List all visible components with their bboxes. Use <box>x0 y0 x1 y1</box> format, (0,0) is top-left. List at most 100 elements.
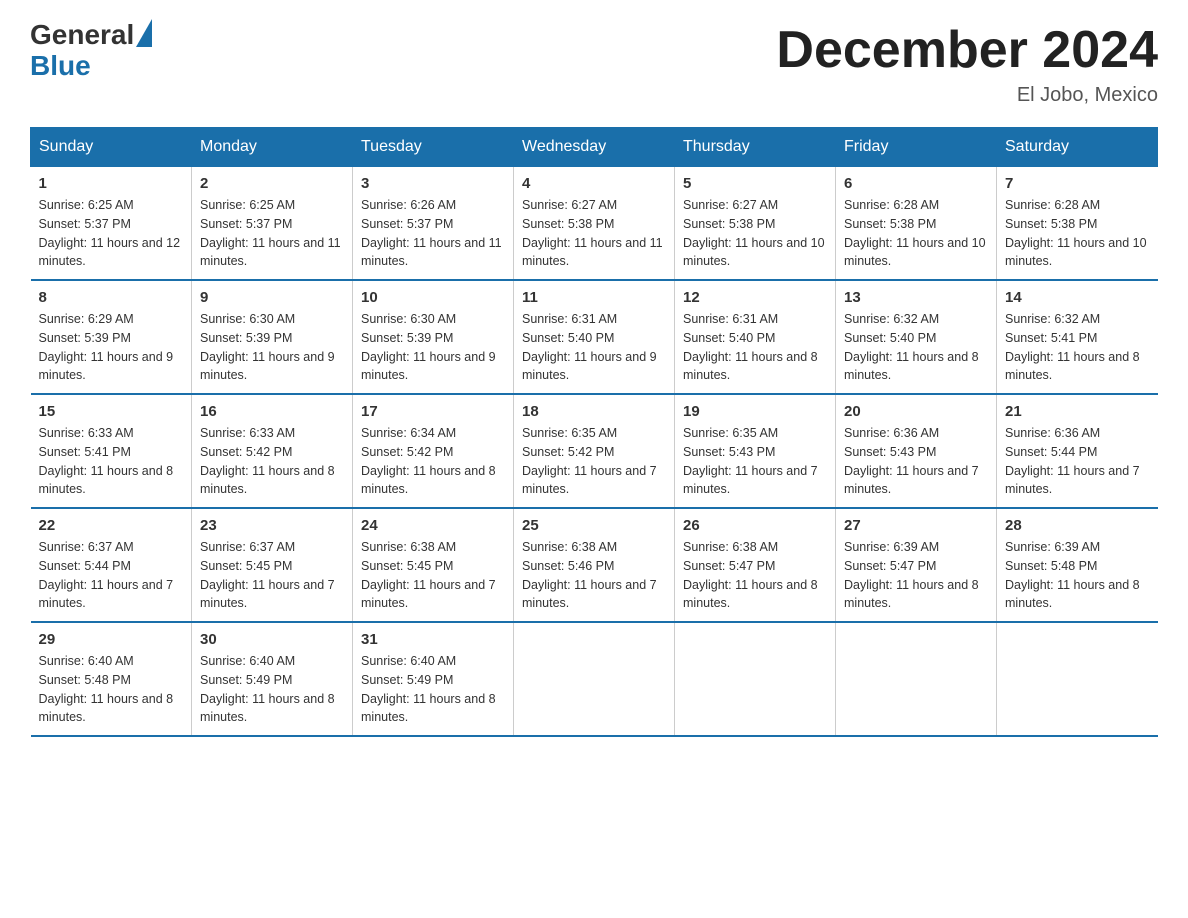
day-number: 25 <box>522 517 666 534</box>
day-number: 13 <box>844 289 988 306</box>
calendar-cell: 31 Sunrise: 6:40 AMSunset: 5:49 PMDaylig… <box>353 622 514 736</box>
calendar-cell: 11 Sunrise: 6:31 AMSunset: 5:40 PMDaylig… <box>514 280 675 394</box>
logo: General Blue <box>30 20 152 82</box>
day-info: Sunrise: 6:33 AMSunset: 5:41 PMDaylight:… <box>39 424 184 499</box>
day-info: Sunrise: 6:25 AMSunset: 5:37 PMDaylight:… <box>39 196 184 271</box>
calendar-cell: 19 Sunrise: 6:35 AMSunset: 5:43 PMDaylig… <box>675 394 836 508</box>
calendar-cell: 10 Sunrise: 6:30 AMSunset: 5:39 PMDaylig… <box>353 280 514 394</box>
calendar-cell: 7 Sunrise: 6:28 AMSunset: 5:38 PMDayligh… <box>997 167 1158 281</box>
day-number: 27 <box>844 517 988 534</box>
day-info: Sunrise: 6:39 AMSunset: 5:47 PMDaylight:… <box>844 538 988 613</box>
calendar-week-row: 8 Sunrise: 6:29 AMSunset: 5:39 PMDayligh… <box>31 280 1158 394</box>
day-number: 12 <box>683 289 827 306</box>
day-number: 22 <box>39 517 184 534</box>
day-number: 31 <box>361 631 505 648</box>
calendar-cell: 6 Sunrise: 6:28 AMSunset: 5:38 PMDayligh… <box>836 167 997 281</box>
title-block: December 2024 El Jobo, Mexico <box>776 20 1158 107</box>
calendar-cell <box>514 622 675 736</box>
logo-blue-text: Blue <box>30 51 152 82</box>
calendar-cell: 21 Sunrise: 6:36 AMSunset: 5:44 PMDaylig… <box>997 394 1158 508</box>
day-info: Sunrise: 6:27 AMSunset: 5:38 PMDaylight:… <box>683 196 827 271</box>
day-info: Sunrise: 6:36 AMSunset: 5:44 PMDaylight:… <box>1005 424 1150 499</box>
day-info: Sunrise: 6:26 AMSunset: 5:37 PMDaylight:… <box>361 196 505 271</box>
calendar-cell: 30 Sunrise: 6:40 AMSunset: 5:49 PMDaylig… <box>192 622 353 736</box>
calendar-cell: 1 Sunrise: 6:25 AMSunset: 5:37 PMDayligh… <box>31 167 192 281</box>
day-info: Sunrise: 6:39 AMSunset: 5:48 PMDaylight:… <box>1005 538 1150 613</box>
col-tuesday: Tuesday <box>353 128 514 167</box>
day-info: Sunrise: 6:40 AMSunset: 5:49 PMDaylight:… <box>361 652 505 727</box>
col-wednesday: Wednesday <box>514 128 675 167</box>
calendar-cell: 9 Sunrise: 6:30 AMSunset: 5:39 PMDayligh… <box>192 280 353 394</box>
col-monday: Monday <box>192 128 353 167</box>
day-number: 7 <box>1005 175 1150 192</box>
calendar-cell: 13 Sunrise: 6:32 AMSunset: 5:40 PMDaylig… <box>836 280 997 394</box>
day-info: Sunrise: 6:29 AMSunset: 5:39 PMDaylight:… <box>39 310 184 385</box>
day-info: Sunrise: 6:40 AMSunset: 5:48 PMDaylight:… <box>39 652 184 727</box>
day-number: 14 <box>1005 289 1150 306</box>
day-number: 11 <box>522 289 666 306</box>
day-number: 15 <box>39 403 184 420</box>
calendar-header-row: Sunday Monday Tuesday Wednesday Thursday… <box>31 128 1158 167</box>
calendar-cell: 16 Sunrise: 6:33 AMSunset: 5:42 PMDaylig… <box>192 394 353 508</box>
day-number: 24 <box>361 517 505 534</box>
day-info: Sunrise: 6:34 AMSunset: 5:42 PMDaylight:… <box>361 424 505 499</box>
day-number: 16 <box>200 403 344 420</box>
day-number: 6 <box>844 175 988 192</box>
calendar-cell: 15 Sunrise: 6:33 AMSunset: 5:41 PMDaylig… <box>31 394 192 508</box>
calendar-cell: 23 Sunrise: 6:37 AMSunset: 5:45 PMDaylig… <box>192 508 353 622</box>
day-info: Sunrise: 6:28 AMSunset: 5:38 PMDaylight:… <box>844 196 988 271</box>
calendar-cell: 20 Sunrise: 6:36 AMSunset: 5:43 PMDaylig… <box>836 394 997 508</box>
calendar-week-row: 1 Sunrise: 6:25 AMSunset: 5:37 PMDayligh… <box>31 167 1158 281</box>
col-sunday: Sunday <box>31 128 192 167</box>
calendar-cell: 2 Sunrise: 6:25 AMSunset: 5:37 PMDayligh… <box>192 167 353 281</box>
day-number: 29 <box>39 631 184 648</box>
day-info: Sunrise: 6:27 AMSunset: 5:38 PMDaylight:… <box>522 196 666 271</box>
calendar-cell: 24 Sunrise: 6:38 AMSunset: 5:45 PMDaylig… <box>353 508 514 622</box>
day-number: 1 <box>39 175 184 192</box>
day-number: 10 <box>361 289 505 306</box>
day-info: Sunrise: 6:30 AMSunset: 5:39 PMDaylight:… <box>200 310 344 385</box>
day-number: 17 <box>361 403 505 420</box>
day-number: 21 <box>1005 403 1150 420</box>
day-info: Sunrise: 6:38 AMSunset: 5:47 PMDaylight:… <box>683 538 827 613</box>
calendar-cell: 25 Sunrise: 6:38 AMSunset: 5:46 PMDaylig… <box>514 508 675 622</box>
day-info: Sunrise: 6:31 AMSunset: 5:40 PMDaylight:… <box>522 310 666 385</box>
calendar-cell: 8 Sunrise: 6:29 AMSunset: 5:39 PMDayligh… <box>31 280 192 394</box>
calendar-cell <box>675 622 836 736</box>
calendar-cell <box>997 622 1158 736</box>
day-info: Sunrise: 6:38 AMSunset: 5:46 PMDaylight:… <box>522 538 666 613</box>
day-number: 9 <box>200 289 344 306</box>
day-info: Sunrise: 6:38 AMSunset: 5:45 PMDaylight:… <box>361 538 505 613</box>
calendar-week-row: 22 Sunrise: 6:37 AMSunset: 5:44 PMDaylig… <box>31 508 1158 622</box>
day-number: 19 <box>683 403 827 420</box>
calendar-table: Sunday Monday Tuesday Wednesday Thursday… <box>30 127 1158 737</box>
col-friday: Friday <box>836 128 997 167</box>
day-info: Sunrise: 6:40 AMSunset: 5:49 PMDaylight:… <box>200 652 344 727</box>
calendar-week-row: 15 Sunrise: 6:33 AMSunset: 5:41 PMDaylig… <box>31 394 1158 508</box>
calendar-cell <box>836 622 997 736</box>
page-header: General Blue December 2024 El Jobo, Mexi… <box>30 20 1158 107</box>
day-number: 2 <box>200 175 344 192</box>
day-number: 3 <box>361 175 505 192</box>
logo-general-text: General <box>30 20 134 51</box>
day-info: Sunrise: 6:28 AMSunset: 5:38 PMDaylight:… <box>1005 196 1150 271</box>
day-number: 23 <box>200 517 344 534</box>
calendar-cell: 17 Sunrise: 6:34 AMSunset: 5:42 PMDaylig… <box>353 394 514 508</box>
day-number: 4 <box>522 175 666 192</box>
day-number: 5 <box>683 175 827 192</box>
day-number: 28 <box>1005 517 1150 534</box>
calendar-cell: 5 Sunrise: 6:27 AMSunset: 5:38 PMDayligh… <box>675 167 836 281</box>
day-info: Sunrise: 6:33 AMSunset: 5:42 PMDaylight:… <box>200 424 344 499</box>
day-number: 8 <box>39 289 184 306</box>
calendar-cell: 22 Sunrise: 6:37 AMSunset: 5:44 PMDaylig… <box>31 508 192 622</box>
day-info: Sunrise: 6:37 AMSunset: 5:44 PMDaylight:… <box>39 538 184 613</box>
day-info: Sunrise: 6:36 AMSunset: 5:43 PMDaylight:… <box>844 424 988 499</box>
calendar-cell: 28 Sunrise: 6:39 AMSunset: 5:48 PMDaylig… <box>997 508 1158 622</box>
day-info: Sunrise: 6:25 AMSunset: 5:37 PMDaylight:… <box>200 196 344 271</box>
day-info: Sunrise: 6:35 AMSunset: 5:43 PMDaylight:… <box>683 424 827 499</box>
day-info: Sunrise: 6:30 AMSunset: 5:39 PMDaylight:… <box>361 310 505 385</box>
col-thursday: Thursday <box>675 128 836 167</box>
day-number: 20 <box>844 403 988 420</box>
month-title: December 2024 <box>776 20 1158 80</box>
calendar-cell: 27 Sunrise: 6:39 AMSunset: 5:47 PMDaylig… <box>836 508 997 622</box>
